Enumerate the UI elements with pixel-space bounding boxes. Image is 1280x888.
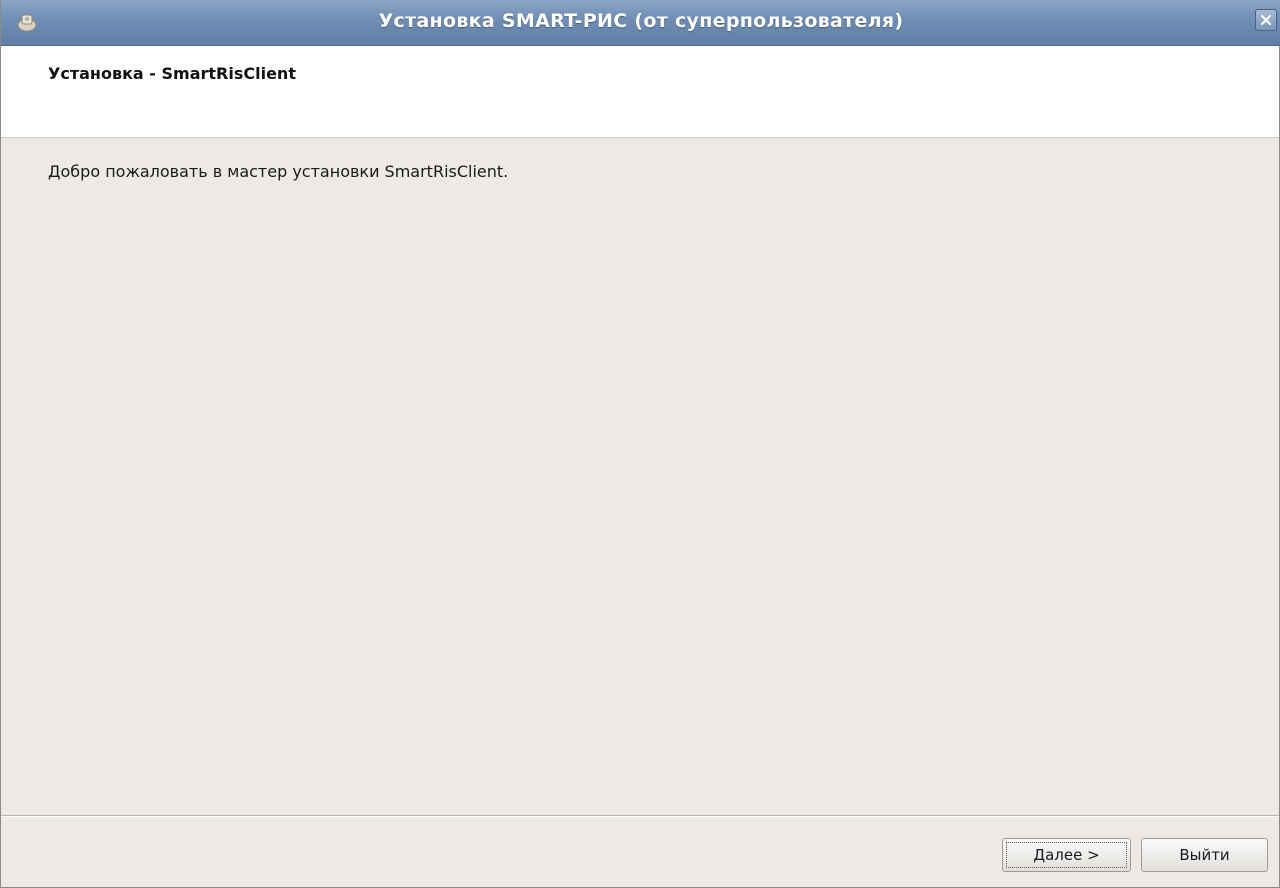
wizard-content: Добро пожаловать в мастер установки Smar… <box>1 138 1279 814</box>
next-button-label: алее > <box>1045 846 1100 864</box>
next-button[interactable]: Далее > <box>1002 838 1131 872</box>
exit-button-label: Выйти <box>1179 846 1230 864</box>
page-title: Установка - SmartRisClient <box>48 64 296 83</box>
close-icon <box>1260 11 1272 30</box>
footer-separator <box>1 815 1279 817</box>
installer-window: Установка SMART-РИС (от суперпользовател… <box>0 0 1280 888</box>
window-title: Установка SMART-РИС (от суперпользовател… <box>378 10 904 32</box>
next-button-mnemonic: Д <box>1033 846 1046 864</box>
close-button[interactable] <box>1255 9 1277 31</box>
title-bar[interactable]: Установка SMART-РИС (от суперпользовател… <box>1 0 1280 46</box>
wizard-header: Установка - SmartRisClient <box>1 46 1279 138</box>
exit-button[interactable]: Выйти <box>1141 838 1268 872</box>
welcome-message: Добро пожаловать в мастер установки Smar… <box>48 162 509 181</box>
